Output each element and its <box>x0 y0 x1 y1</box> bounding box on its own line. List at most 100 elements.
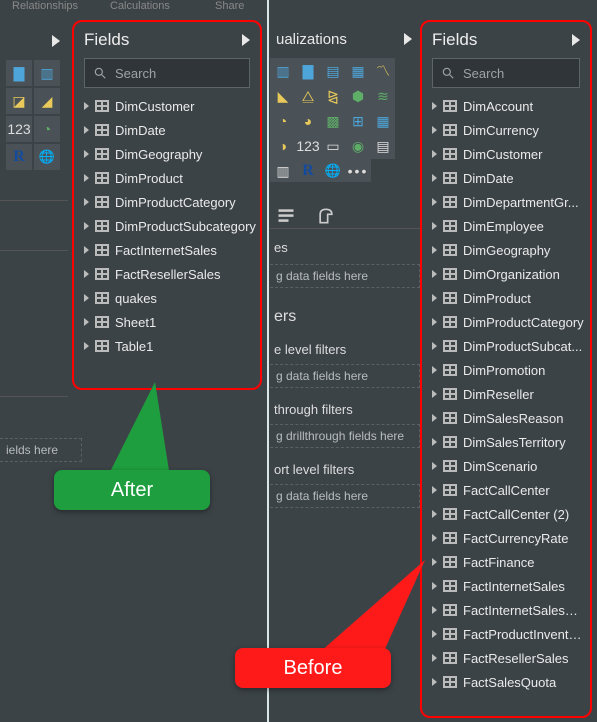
search-input[interactable]: Search <box>432 58 580 88</box>
divider <box>0 200 68 201</box>
r-icon[interactable]: R <box>6 144 32 170</box>
table-icon <box>443 388 457 400</box>
format-tab-icon[interactable] <box>316 206 336 226</box>
chevron-right-icon[interactable] <box>242 34 250 46</box>
table-row[interactable]: DimPromotion <box>426 358 586 382</box>
table-row[interactable]: DimProductSubcat... <box>426 334 586 358</box>
table-row[interactable]: FactCallCenter (2) <box>426 502 586 526</box>
table-row[interactable]: FactSalesQuota <box>426 670 586 694</box>
table-row[interactable]: FactProductInventory <box>426 622 586 646</box>
viz-icon[interactable]: 〽 <box>370 58 396 84</box>
label-page-filters: e level filters <box>274 342 346 357</box>
table-row[interactable]: FactCallCenter <box>426 478 586 502</box>
table-row[interactable]: DimProductSubcategory <box>78 214 256 238</box>
dropzone-drillthrough[interactable]: g drillthrough fields here <box>270 424 420 448</box>
field-name: DimGeography <box>463 243 586 258</box>
viz-icon[interactable]: ▩ <box>320 108 346 134</box>
ribbon-calculations: Calculations <box>110 0 170 12</box>
chevron-right-icon <box>432 318 437 326</box>
dropzone-page-filters[interactable]: g data fields here <box>270 364 420 388</box>
viz-icon[interactable]: 123 <box>295 133 321 159</box>
field-name: FactInternetSalesRe... <box>463 603 586 618</box>
viz-icon[interactable]: ▦ <box>370 108 396 134</box>
dropzone-values[interactable]: g data fields here <box>270 264 420 288</box>
table-row[interactable]: DimReseller <box>426 382 586 406</box>
table-row[interactable]: DimGeography <box>78 142 256 166</box>
table-row[interactable]: Table1 <box>78 334 256 358</box>
dropzone-report-filters[interactable]: g data fields here <box>270 484 420 508</box>
viz-icon[interactable]: ⬢ <box>345 83 371 109</box>
viz-palette-left[interactable]: ▇ ▥ ◪ ◢ 123 ◔ R 🌐 <box>6 60 60 170</box>
table-row[interactable]: DimCustomer <box>78 94 256 118</box>
collapse-viz-left[interactable] <box>52 28 60 54</box>
viz-icon[interactable]: ◉ <box>345 133 371 159</box>
table-row[interactable]: Sheet1 <box>78 310 256 334</box>
field-name: DimAccount <box>463 99 586 114</box>
chevron-right-icon[interactable] <box>572 34 580 46</box>
table-row[interactable]: quakes <box>78 286 256 310</box>
table-row[interactable]: FactResellerSales <box>426 646 586 670</box>
table-row[interactable]: DimOrganization <box>426 262 586 286</box>
viz-icon[interactable]: ⧋ <box>295 83 321 109</box>
search-input[interactable]: Search <box>84 58 250 88</box>
viz-icon[interactable]: ▥ <box>270 58 296 84</box>
viz-icon[interactable]: ⧎ <box>320 83 346 109</box>
chevron-right-icon <box>84 174 89 182</box>
viz-icon[interactable]: ▥ <box>270 158 296 182</box>
table-row[interactable]: DimSalesReason <box>426 406 586 430</box>
table-row[interactable]: DimProduct <box>426 286 586 310</box>
r-icon[interactable]: R <box>295 158 321 182</box>
viz-icon[interactable]: ▤ <box>320 58 346 84</box>
field-name: DimDate <box>463 171 586 186</box>
globe-icon[interactable]: 🌐 <box>34 144 60 170</box>
table-row[interactable]: DimDate <box>426 166 586 190</box>
table-row[interactable]: FactInternetSales <box>78 238 256 262</box>
viz-icon[interactable]: ▥ <box>34 60 60 86</box>
dropzone-left[interactable]: ields here <box>0 438 82 462</box>
globe-icon[interactable]: 🌐 <box>320 158 346 182</box>
viz-icon[interactable]: ▇ <box>6 60 32 86</box>
viz-icon[interactable]: ⊞ <box>345 108 371 134</box>
viz-icon[interactable]: ◑ <box>270 133 296 159</box>
format-tabs[interactable] <box>276 206 336 226</box>
table-row[interactable]: FactInternetSales <box>426 574 586 598</box>
viz-icon[interactable]: ▤ <box>370 133 396 159</box>
table-row[interactable]: FactCurrencyRate <box>426 526 586 550</box>
table-row[interactable]: FactInternetSalesRe... <box>426 598 586 622</box>
table-row[interactable]: DimEmployee <box>426 214 586 238</box>
viz-icon[interactable]: ◔ <box>270 108 296 134</box>
table-row[interactable]: DimGeography <box>426 238 586 262</box>
table-row[interactable]: DimSalesTerritory <box>426 430 586 454</box>
viz-icon[interactable]: ◕ <box>295 108 321 134</box>
field-name: FactFinance <box>463 555 586 570</box>
viz-icon[interactable]: ◔ <box>34 116 60 142</box>
viz-icon-more[interactable]: ••• <box>345 158 371 182</box>
viz-icon[interactable]: 123 <box>6 116 32 142</box>
table-row[interactable]: DimScenario <box>426 454 586 478</box>
chevron-right-icon <box>432 366 437 374</box>
table-row[interactable]: FactFinance <box>426 550 586 574</box>
chevron-right-icon <box>432 222 437 230</box>
table-row[interactable]: DimProductCategory <box>426 310 586 334</box>
table-row[interactable]: DimDepartmentGr... <box>426 190 586 214</box>
viz-icon[interactable]: ◣ <box>270 83 296 109</box>
table-row[interactable]: FactResellerSales <box>78 262 256 286</box>
field-name: DimSalesTerritory <box>463 435 586 450</box>
viz-icon[interactable]: ≋ <box>370 83 396 109</box>
table-row[interactable]: DimProductCategory <box>78 190 256 214</box>
table-row[interactable]: DimAccount <box>426 94 586 118</box>
chevron-right-icon <box>432 198 437 206</box>
viz-icon[interactable]: ▭ <box>320 133 346 159</box>
table-row[interactable]: DimCurrency <box>426 118 586 142</box>
field-name: Sheet1 <box>115 315 256 330</box>
viz-icon[interactable]: ◢ <box>34 88 60 114</box>
table-row[interactable]: DimDate <box>78 118 256 142</box>
viz-icon[interactable]: ▦ <box>345 58 371 84</box>
viz-icon[interactable]: ▇ <box>295 58 321 84</box>
viz-icon[interactable]: ◪ <box>6 88 32 114</box>
table-icon <box>443 556 457 568</box>
table-row[interactable]: DimProduct <box>78 166 256 190</box>
collapse-viz-mid[interactable] <box>404 26 412 52</box>
table-row[interactable]: DimCustomer <box>426 142 586 166</box>
fields-tab-icon[interactable] <box>276 206 296 226</box>
